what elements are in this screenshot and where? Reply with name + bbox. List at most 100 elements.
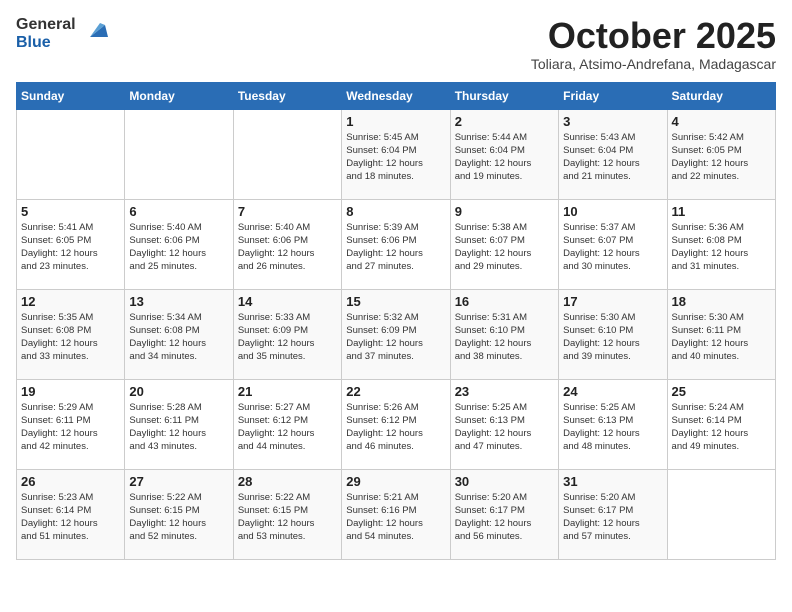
- calendar-week-1: 1 Sunrise: 5:45 AM Sunset: 6:04 PM Daylig…: [17, 109, 776, 199]
- day-info: Sunrise: 5:32 AM Sunset: 6:09 PM Dayligh…: [346, 311, 445, 364]
- weekday-header-row: SundayMondayTuesdayWednesdayThursdayFrid…: [17, 82, 776, 109]
- calendar-cell: 12Sunrise: 5:35 AM Sunset: 6:08 PM Dayli…: [17, 289, 125, 379]
- calendar-cell: 7 Sunrise: 5:40 AM Sunset: 6:06 PM Daylig…: [233, 199, 341, 289]
- weekday-header-monday: Monday: [125, 82, 233, 109]
- day-number: 14: [238, 294, 337, 309]
- day-number: 22: [346, 384, 445, 399]
- day-number: 1: [346, 114, 445, 129]
- day-number: 11: [672, 204, 771, 219]
- day-info: Sunrise: 5:20 AM Sunset: 6:17 PM Dayligh…: [455, 491, 554, 544]
- day-info: Sunrise: 5:39 AM Sunset: 6:06 PM Dayligh…: [346, 221, 445, 274]
- month-title: October 2025: [531, 16, 776, 56]
- day-info: Sunrise: 5:42 AM Sunset: 6:05 PM Dayligh…: [672, 131, 771, 184]
- day-info: Sunrise: 5:30 AM Sunset: 6:11 PM Dayligh…: [672, 311, 771, 364]
- day-number: 9: [455, 204, 554, 219]
- calendar-cell: 3 Sunrise: 5:43 AM Sunset: 6:04 PM Daylig…: [559, 109, 667, 199]
- calendar-cell: 28 Sunrise: 5:22 AM Sunset: 6:15 PM Dayli…: [233, 469, 341, 559]
- calendar-cell: 2 Sunrise: 5:44 AM Sunset: 6:04 PM Daylig…: [450, 109, 558, 199]
- day-number: 31: [563, 474, 662, 489]
- day-number: 25: [672, 384, 771, 399]
- day-number: 10: [563, 204, 662, 219]
- calendar-cell: 31Sunrise: 5:20 AM Sunset: 6:17 PM Dayli…: [559, 469, 667, 559]
- calendar-cell: 5 Sunrise: 5:41 AM Sunset: 6:05 PM Daylig…: [17, 199, 125, 289]
- calendar-cell: 11 Sunrise: 5:36 AM Sunset: 6:08 PM Dayli…: [667, 199, 775, 289]
- calendar-cell: 19Sunrise: 5:29 AM Sunset: 6:11 PM Dayli…: [17, 379, 125, 469]
- day-number: 15: [346, 294, 445, 309]
- calendar-cell: 9 Sunrise: 5:38 AM Sunset: 6:07 PM Daylig…: [450, 199, 558, 289]
- logo-general: General: [16, 16, 76, 34]
- calendar-cell: 22Sunrise: 5:26 AM Sunset: 6:12 PM Dayli…: [342, 379, 450, 469]
- day-info: Sunrise: 5:33 AM Sunset: 6:09 PM Dayligh…: [238, 311, 337, 364]
- day-number: 13: [129, 294, 228, 309]
- day-info: Sunrise: 5:45 AM Sunset: 6:04 PM Dayligh…: [346, 131, 445, 184]
- calendar-cell: 26Sunrise: 5:23 AM Sunset: 6:14 PM Dayli…: [17, 469, 125, 559]
- calendar-week-5: 26Sunrise: 5:23 AM Sunset: 6:14 PM Dayli…: [17, 469, 776, 559]
- calendar-cell: [125, 109, 233, 199]
- day-info: Sunrise: 5:21 AM Sunset: 6:16 PM Dayligh…: [346, 491, 445, 544]
- day-info: Sunrise: 5:43 AM Sunset: 6:04 PM Dayligh…: [563, 131, 662, 184]
- weekday-header-thursday: Thursday: [450, 82, 558, 109]
- day-info: Sunrise: 5:41 AM Sunset: 6:05 PM Dayligh…: [21, 221, 120, 274]
- calendar-cell: 25Sunrise: 5:24 AM Sunset: 6:14 PM Dayli…: [667, 379, 775, 469]
- logo-blue: Blue: [16, 34, 76, 52]
- day-number: 18: [672, 294, 771, 309]
- day-number: 4: [672, 114, 771, 129]
- calendar-week-4: 19Sunrise: 5:29 AM Sunset: 6:11 PM Dayli…: [17, 379, 776, 469]
- calendar-cell: [667, 469, 775, 559]
- calendar-cell: 14 Sunrise: 5:33 AM Sunset: 6:09 PM Dayli…: [233, 289, 341, 379]
- day-info: Sunrise: 5:31 AM Sunset: 6:10 PM Dayligh…: [455, 311, 554, 364]
- calendar-cell: 24 Sunrise: 5:25 AM Sunset: 6:13 PM Dayli…: [559, 379, 667, 469]
- calendar-cell: 16 Sunrise: 5:31 AM Sunset: 6:10 PM Dayli…: [450, 289, 558, 379]
- day-info: Sunrise: 5:28 AM Sunset: 6:11 PM Dayligh…: [129, 401, 228, 454]
- calendar-week-2: 5 Sunrise: 5:41 AM Sunset: 6:05 PM Daylig…: [17, 199, 776, 289]
- day-number: 16: [455, 294, 554, 309]
- logo: General Blue: [16, 16, 110, 52]
- day-info: Sunrise: 5:25 AM Sunset: 6:13 PM Dayligh…: [455, 401, 554, 454]
- weekday-header-sunday: Sunday: [17, 82, 125, 109]
- day-info: Sunrise: 5:37 AM Sunset: 6:07 PM Dayligh…: [563, 221, 662, 274]
- calendar-cell: 30 Sunrise: 5:20 AM Sunset: 6:17 PM Dayli…: [450, 469, 558, 559]
- calendar-cell: 13 Sunrise: 5:34 AM Sunset: 6:08 PM Dayli…: [125, 289, 233, 379]
- day-info: Sunrise: 5:22 AM Sunset: 6:15 PM Dayligh…: [238, 491, 337, 544]
- day-info: Sunrise: 5:38 AM Sunset: 6:07 PM Dayligh…: [455, 221, 554, 274]
- day-number: 30: [455, 474, 554, 489]
- day-number: 8: [346, 204, 445, 219]
- day-number: 6: [129, 204, 228, 219]
- day-number: 17: [563, 294, 662, 309]
- day-info: Sunrise: 5:40 AM Sunset: 6:06 PM Dayligh…: [129, 221, 228, 274]
- calendar-cell: [17, 109, 125, 199]
- day-number: 29: [346, 474, 445, 489]
- calendar-table: SundayMondayTuesdayWednesdayThursdayFrid…: [16, 82, 776, 560]
- day-info: Sunrise: 5:30 AM Sunset: 6:10 PM Dayligh…: [563, 311, 662, 364]
- day-number: 24: [563, 384, 662, 399]
- day-info: Sunrise: 5:34 AM Sunset: 6:08 PM Dayligh…: [129, 311, 228, 364]
- calendar-cell: 17 Sunrise: 5:30 AM Sunset: 6:10 PM Dayli…: [559, 289, 667, 379]
- day-number: 23: [455, 384, 554, 399]
- day-info: Sunrise: 5:25 AM Sunset: 6:13 PM Dayligh…: [563, 401, 662, 454]
- calendar-cell: 4 Sunrise: 5:42 AM Sunset: 6:05 PM Daylig…: [667, 109, 775, 199]
- calendar-cell: 21Sunrise: 5:27 AM Sunset: 6:12 PM Dayli…: [233, 379, 341, 469]
- calendar-cell: 23 Sunrise: 5:25 AM Sunset: 6:13 PM Dayli…: [450, 379, 558, 469]
- calendar-cell: 1 Sunrise: 5:45 AM Sunset: 6:04 PM Daylig…: [342, 109, 450, 199]
- day-number: 28: [238, 474, 337, 489]
- day-number: 3: [563, 114, 662, 129]
- day-info: Sunrise: 5:40 AM Sunset: 6:06 PM Dayligh…: [238, 221, 337, 274]
- calendar-cell: 6 Sunrise: 5:40 AM Sunset: 6:06 PM Daylig…: [125, 199, 233, 289]
- location-subtitle: Toliara, Atsimo-Andrefana, Madagascar: [531, 56, 776, 72]
- calendar-cell: 27Sunrise: 5:22 AM Sunset: 6:15 PM Dayli…: [125, 469, 233, 559]
- day-number: 7: [238, 204, 337, 219]
- day-number: 5: [21, 204, 120, 219]
- day-info: Sunrise: 5:44 AM Sunset: 6:04 PM Dayligh…: [455, 131, 554, 184]
- calendar-week-3: 12Sunrise: 5:35 AM Sunset: 6:08 PM Dayli…: [17, 289, 776, 379]
- day-number: 27: [129, 474, 228, 489]
- logo-icon: [80, 17, 110, 47]
- day-info: Sunrise: 5:36 AM Sunset: 6:08 PM Dayligh…: [672, 221, 771, 274]
- calendar-cell: 15 Sunrise: 5:32 AM Sunset: 6:09 PM Dayli…: [342, 289, 450, 379]
- day-number: 2: [455, 114, 554, 129]
- calendar-cell: 20 Sunrise: 5:28 AM Sunset: 6:11 PM Dayli…: [125, 379, 233, 469]
- day-number: 20: [129, 384, 228, 399]
- day-info: Sunrise: 5:23 AM Sunset: 6:14 PM Dayligh…: [21, 491, 120, 544]
- day-info: Sunrise: 5:27 AM Sunset: 6:12 PM Dayligh…: [238, 401, 337, 454]
- weekday-header-tuesday: Tuesday: [233, 82, 341, 109]
- page-header: General Blue October 2025 Toliara, Atsim…: [16, 16, 776, 72]
